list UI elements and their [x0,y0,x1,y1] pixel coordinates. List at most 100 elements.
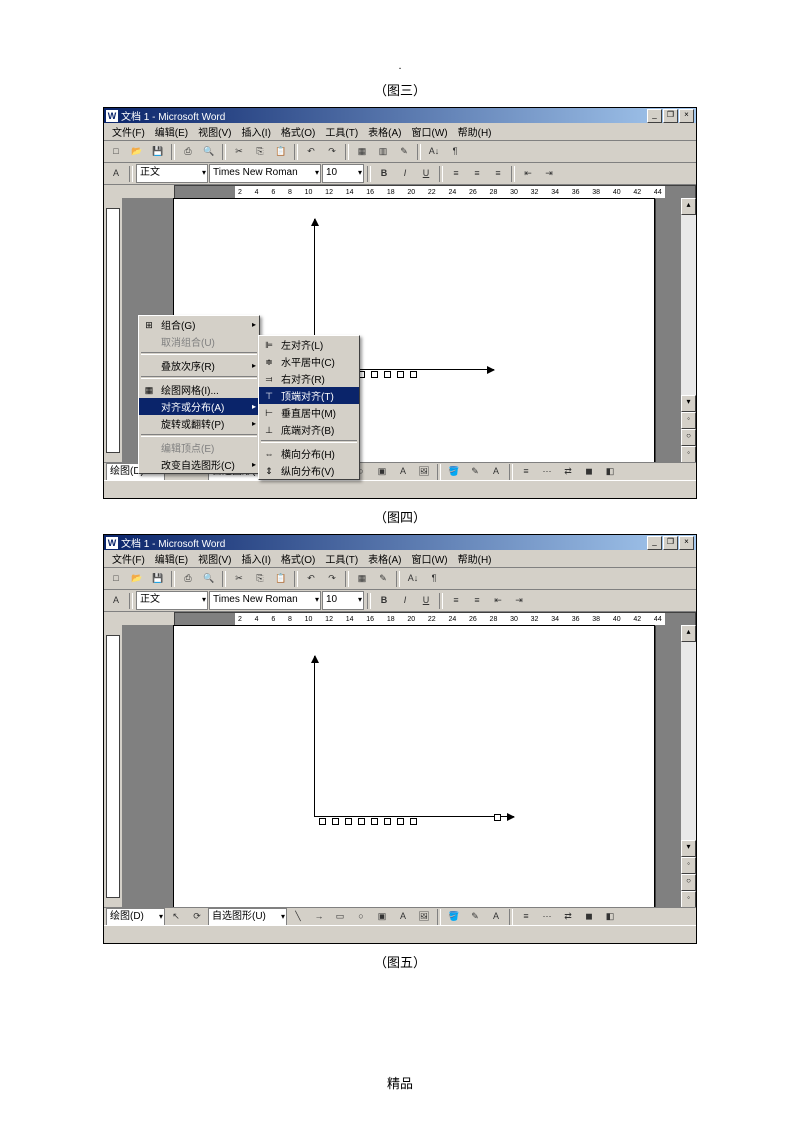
fontcolor-icon[interactable]: A [486,462,506,481]
fontcolor-icon[interactable]: A [486,907,506,926]
linestyle-icon[interactable]: ≡ [516,462,536,481]
vertical-ruler[interactable] [104,625,123,908]
font-dropdown[interactable]: Times New Roman [209,164,321,183]
menu-tools[interactable]: 工具(T) [320,551,363,566]
maximize-button[interactable]: ❐ [663,536,678,550]
size-dropdown[interactable]: 10 [322,164,364,183]
align-right-icon[interactable]: ≡ [488,164,508,184]
close-button[interactable]: × [679,536,694,550]
align-left-icon[interactable]: ≡ [446,164,466,184]
italic-icon[interactable]: I [395,591,415,611]
paste-icon[interactable]: 📋 [271,142,291,162]
underline-icon[interactable]: U [416,164,436,184]
align-left-icon[interactable]: ≡ [446,591,466,611]
minimize-button[interactable]: _ [647,536,662,550]
indent-dec-icon[interactable]: ⇤ [488,591,508,611]
minimize-button[interactable]: _ [647,109,662,123]
ctx-grid[interactable]: ▦绘图网格(I)... [139,381,259,398]
indent-dec-icon[interactable]: ⇤ [518,164,538,184]
menu-window[interactable]: 窗口(W) [407,551,453,566]
menu-insert[interactable]: 插入(I) [236,551,275,566]
vertical-ruler[interactable] [104,198,123,463]
linestyle-icon[interactable]: ≡ [516,907,536,926]
menu-help[interactable]: 帮助(H) [453,551,497,566]
new-icon[interactable]: □ [106,569,126,589]
draw-menu[interactable]: 绘图(D) [106,908,165,927]
style-dropdown[interactable]: 正文 [136,591,208,610]
preview-icon[interactable]: 🔍 [199,142,219,162]
undo-icon[interactable]: ↶ [301,142,321,162]
menu-table[interactable]: 表格(A) [363,551,406,566]
ctx-change-shape[interactable]: 改变自选图形(C) [139,456,259,473]
style-dropdown[interactable]: 正文 [136,164,208,183]
browse-icon[interactable]: ○ [681,429,696,446]
3d-icon[interactable]: ◧ [600,907,620,926]
textbox-icon[interactable]: ▣ [372,907,392,926]
show-icon[interactable]: ¶ [445,142,465,162]
redo-icon[interactable]: ↷ [322,142,342,162]
align-center-icon[interactable]: ≡ [467,164,487,184]
size-dropdown[interactable]: 10 [322,591,364,610]
save-icon[interactable]: 💾 [148,142,168,162]
close-button[interactable]: × [679,109,694,123]
ctx-group[interactable]: ⊞组合(G) [139,316,259,333]
scroll-down-icon[interactable]: ▾ [681,395,696,412]
table-icon[interactable]: ▦ [352,142,372,162]
menu-file[interactable]: 文件(F) [107,551,150,566]
y-axis-arrow[interactable] [314,656,315,816]
font-dropdown[interactable]: Times New Roman [209,591,321,610]
sub-align-vcenter[interactable]: ⊢垂直居中(M) [259,404,359,421]
line-icon[interactable]: ╲ [288,907,308,926]
tool-a[interactable]: A [106,164,126,184]
sort-icon[interactable]: A↓ [403,569,423,589]
open-icon[interactable]: 📂 [127,142,147,162]
new-icon[interactable]: □ [106,142,126,162]
menu-view[interactable]: 视图(V) [193,551,236,566]
menu-edit[interactable]: 编辑(E) [150,551,193,566]
ctx-align[interactable]: 对齐或分布(A) [139,398,259,415]
menu-format[interactable]: 格式(O) [276,551,320,566]
tool-a[interactable]: A [106,591,126,611]
indent-inc-icon[interactable]: ⇥ [539,164,559,184]
page-down-icon[interactable]: ◦ [681,891,696,908]
sub-distribute-v[interactable]: ⇕纵向分布(V) [259,462,359,479]
wordart-icon[interactable]: A [393,907,413,926]
print-icon[interactable]: ⎙ [178,569,198,589]
columns-icon[interactable]: ▥ [373,142,393,162]
fill-icon[interactable]: 🪣 [444,462,464,481]
dash-icon[interactable]: ⋯ [537,462,557,481]
menu-format[interactable]: 格式(O) [276,124,320,139]
undo-icon[interactable]: ↶ [301,569,321,589]
select-icon[interactable]: ↖ [166,907,186,926]
table-icon[interactable]: ▦ [352,569,372,589]
menu-edit[interactable]: 编辑(E) [150,124,193,139]
sub-align-bottom[interactable]: ⊥底端对齐(B) [259,421,359,438]
arrowstyle-icon[interactable]: ⇄ [558,907,578,926]
sub-align-left[interactable]: ⊫左对齐(L) [259,336,359,353]
sort-icon[interactable]: A↓ [424,142,444,162]
oval-icon[interactable]: ○ [351,907,371,926]
linecolor-icon[interactable]: ✎ [465,907,485,926]
menu-help[interactable]: 帮助(H) [453,124,497,139]
page-up-icon[interactable]: ◦ [681,412,696,429]
copy-icon[interactable]: ⎘ [250,569,270,589]
maximize-button[interactable]: ❐ [663,109,678,123]
menu-file[interactable]: 文件(F) [107,124,150,139]
x-axis-arrow[interactable] [314,816,514,817]
copy-icon[interactable]: ⎘ [250,142,270,162]
scroll-up-icon[interactable]: ▴ [681,198,696,215]
clipart-icon[interactable]: 🖼 [414,907,434,926]
preview-icon[interactable]: 🔍 [199,569,219,589]
3d-icon[interactable]: ◧ [600,462,620,481]
linecolor-icon[interactable]: ✎ [465,462,485,481]
drawing-icon[interactable]: ✎ [373,569,393,589]
shadow-icon[interactable]: ◼ [579,462,599,481]
page-up-icon[interactable]: ◦ [681,857,696,874]
print-icon[interactable]: ⎙ [178,142,198,162]
clipart-icon[interactable]: 🖼 [414,462,434,481]
arrowstyle-icon[interactable]: ⇄ [558,462,578,481]
vertical-scrollbar[interactable]: ▴ ▾ ◦ ○ ◦ [680,625,696,908]
wordart-icon[interactable]: A [393,462,413,481]
sub-align-right[interactable]: ⫤右对齐(R) [259,370,359,387]
vertical-scrollbar[interactable]: ▴ ▾ ◦ ○ ◦ [680,198,696,463]
